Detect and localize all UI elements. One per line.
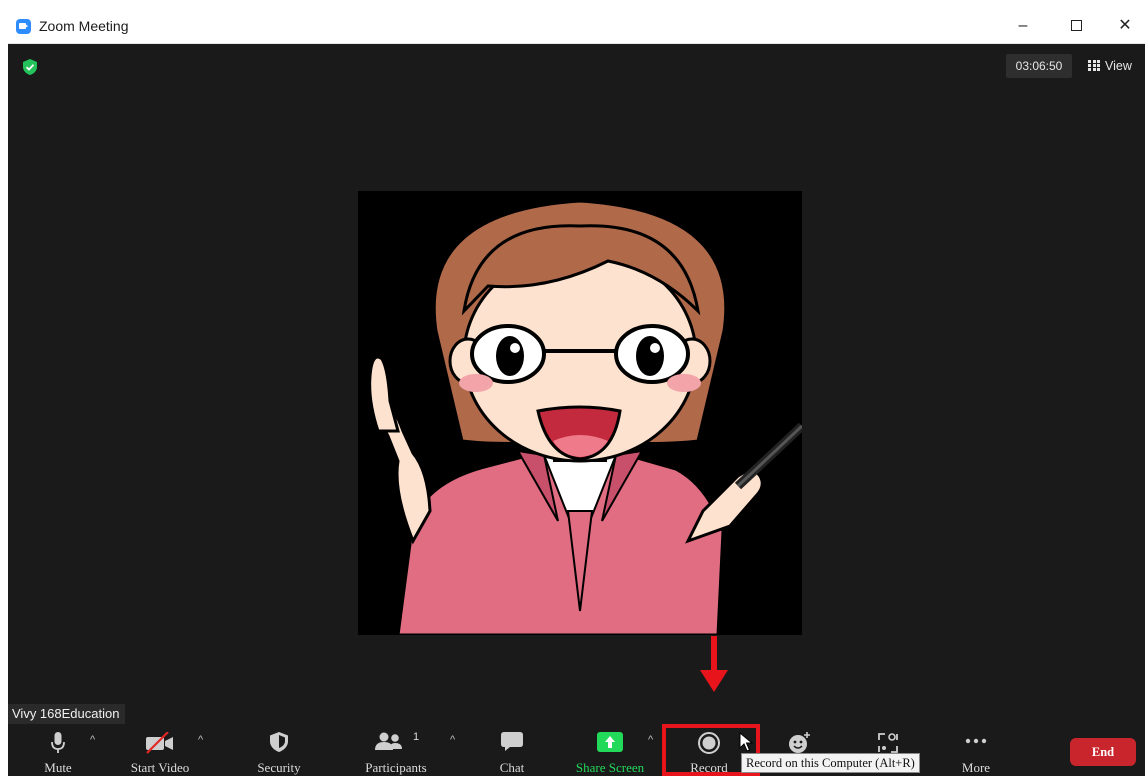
- start-video-label: Start Video: [130, 760, 190, 775]
- zoom-window: Zoom Meeting – ✕ 03:06:50 View Vivy 168E…: [8, 8, 1145, 776]
- zoom-app-icon: [16, 19, 31, 34]
- annotation-arrow-icon: [700, 636, 728, 692]
- maximize-button[interactable]: [1061, 14, 1091, 38]
- mouse-cursor-icon: [739, 732, 753, 752]
- start-video-button[interactable]: Start Video: [118, 724, 202, 776]
- microphone-icon: [51, 732, 65, 753]
- apps-icon: [878, 733, 898, 753]
- close-button[interactable]: ✕: [1110, 14, 1140, 38]
- more-button[interactable]: More: [953, 724, 999, 776]
- record-label: Record: [690, 760, 728, 775]
- more-ellipsis-icon: [965, 738, 987, 744]
- meeting-timer: 03:06:50: [1006, 54, 1072, 78]
- video-options-caret[interactable]: ^: [198, 734, 203, 746]
- participants-options-caret[interactable]: ^: [450, 734, 455, 746]
- security-shield-outline-icon: [270, 732, 288, 752]
- view-button[interactable]: View: [1088, 54, 1132, 78]
- record-button[interactable]: Record: [680, 724, 738, 776]
- share-options-caret[interactable]: ^: [648, 734, 653, 746]
- window-title: Zoom Meeting: [39, 18, 129, 34]
- chat-button[interactable]: Chat: [488, 724, 536, 776]
- security-button[interactable]: Security: [246, 724, 312, 776]
- mute-button[interactable]: Mute: [28, 724, 88, 776]
- participants-button[interactable]: 1 Participants: [354, 724, 438, 776]
- meeting-stage: 03:06:50 View Vivy 168Education: [8, 44, 1145, 724]
- minimize-button[interactable]: –: [1008, 14, 1038, 38]
- view-label: View: [1105, 59, 1132, 73]
- chat-label: Chat: [499, 760, 525, 775]
- participant-video: [358, 191, 802, 635]
- video-off-icon: [146, 732, 173, 754]
- security-label: Security: [257, 760, 301, 775]
- mute-label: Mute: [44, 760, 72, 775]
- participant-count: 1: [413, 731, 420, 743]
- title-bar: Zoom Meeting – ✕: [8, 8, 1145, 44]
- share-screen-label: Share Screen: [575, 760, 645, 775]
- meeting-toolbar: Mute ^ Start Video ^ Security 1 Particip…: [8, 724, 1145, 776]
- grid-view-icon: [1088, 60, 1100, 71]
- maximize-icon: [1070, 20, 1082, 31]
- teacher-avatar-illustration: [358, 191, 802, 635]
- end-meeting-button[interactable]: End: [1070, 738, 1136, 766]
- audio-options-caret[interactable]: ^: [90, 734, 95, 746]
- participants-icon: [375, 732, 402, 750]
- share-screen-arrow-icon: [597, 732, 623, 752]
- chat-bubble-icon: [501, 732, 523, 751]
- record-tooltip: Record on this Computer (Alt+R): [741, 753, 920, 773]
- record-circle-icon: [698, 732, 720, 754]
- more-label: More: [961, 760, 991, 775]
- participants-label: Participants: [365, 760, 427, 775]
- share-screen-button[interactable]: Share Screen: [568, 724, 652, 776]
- participant-name-tag: Vivy 168Education: [8, 704, 126, 724]
- security-shield-icon[interactable]: [23, 59, 37, 75]
- reactions-smiley-icon: [789, 732, 810, 753]
